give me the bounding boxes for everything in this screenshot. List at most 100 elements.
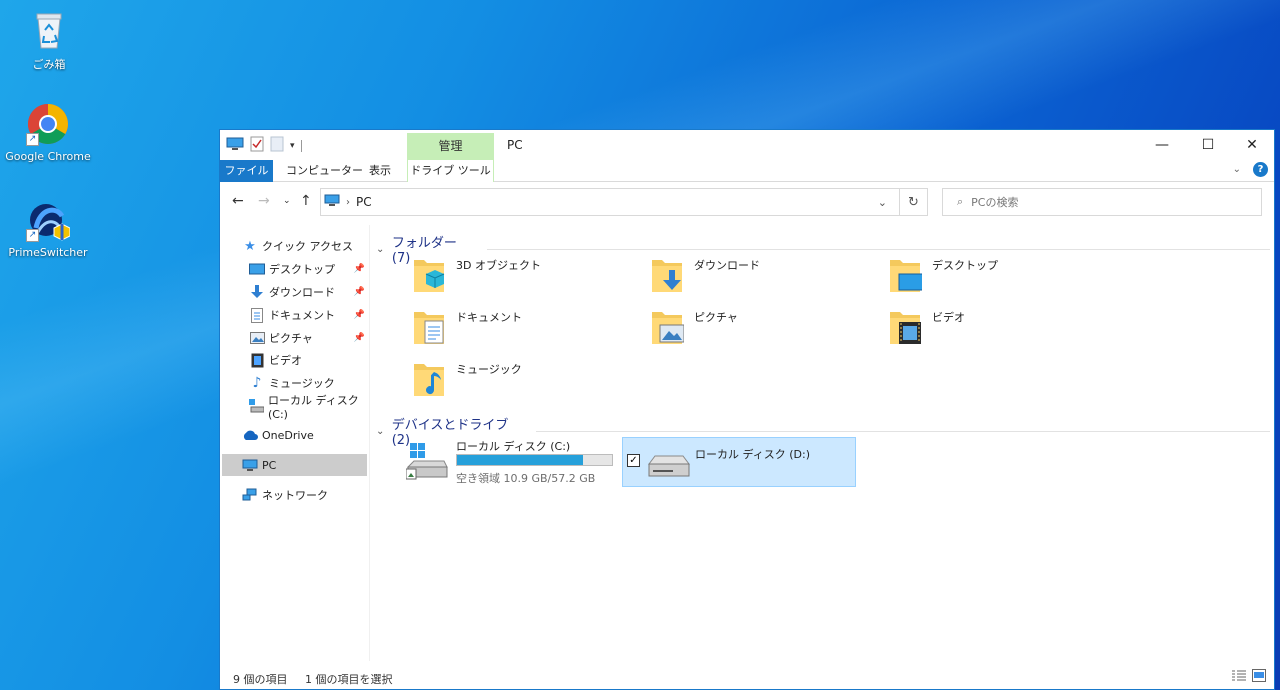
sidebar-item-pc[interactable]: PC <box>222 454 367 476</box>
folder-tile-downloads[interactable]: ダウンロード <box>608 248 838 298</box>
sidebar-item-onedrive[interactable]: OneDrive <box>242 424 367 446</box>
sidebar-item-downloads[interactable]: ダウンロード 📌 <box>249 281 367 303</box>
desktop-icon <box>249 261 265 277</box>
sidebar-item-label: OneDrive <box>262 428 314 442</box>
pin-icon[interactable]: 📌 <box>354 310 365 320</box>
tab-computer[interactable]: コンピューター <box>278 160 371 182</box>
forward-arrow-icon[interactable]: → <box>258 193 270 209</box>
video-icon <box>249 352 265 368</box>
tab-view[interactable]: 表示 <box>361 160 399 182</box>
address-dropdown-chevron-icon[interactable]: ⌄ <box>878 196 887 209</box>
maximize-icon: ☐ <box>1201 137 1215 153</box>
desktop-icon-label: ごみ箱 <box>32 58 66 71</box>
search-input[interactable]: PCの検索 <box>971 194 1018 210</box>
sidebar-item-label: デスクトップ <box>269 263 335 276</box>
recent-locations-chevron-icon[interactable]: ⌄ <box>283 196 291 206</box>
drive-label: ローカル ディスク (D:) <box>695 448 810 461</box>
sidebar-item-videos[interactable]: ビデオ <box>249 349 367 371</box>
documents-folder-icon <box>414 312 444 344</box>
selection-checkbox[interactable]: ✓ <box>627 454 640 467</box>
address-path: PC <box>356 195 372 209</box>
free-space-text: 空き領域 10.9 GB/57.2 GB <box>456 472 596 485</box>
search-box[interactable]: ⌕ PCの検索 <box>942 188 1262 216</box>
sidebar-item-pictures[interactable]: ピクチャ 📌 <box>249 327 367 349</box>
close-button[interactable]: ✕ <box>1229 130 1275 160</box>
maximize-button[interactable]: ☐ <box>1185 130 1231 160</box>
context-tab-group-manage: 管理 <box>407 133 494 160</box>
sidebar-item-label: ピクチャ <box>269 332 313 345</box>
status-bar: 9 個の項目 1 個の項目を選択 <box>220 663 1274 689</box>
desktop-icon-chrome[interactable]: ↗ Google Chrome <box>3 102 93 163</box>
pin-icon[interactable]: 📌 <box>354 287 365 297</box>
sidebar-item-desktop[interactable]: デスクトップ 📌 <box>249 258 367 280</box>
quick-access-toolbar: ▾ <box>226 136 302 155</box>
sidebar-item-label: ビデオ <box>269 354 302 367</box>
details-view-icon[interactable] <box>1232 670 1246 685</box>
pc-icon <box>324 194 340 210</box>
navigation-bar: ← → ⌄ ↑ › PC ⌄ ↻ ⌕ PCの検索 <box>220 186 1274 218</box>
drive-icon <box>249 398 264 414</box>
sidebar-item-label: ネットワーク <box>262 489 328 502</box>
music-folder-icon <box>414 364 444 396</box>
tab-drive-tools[interactable]: ドライブ ツール <box>407 160 494 182</box>
shortcut-arrow-icon: ↗ <box>26 133 39 146</box>
help-icon[interactable]: ? <box>1253 162 1268 177</box>
tab-file[interactable]: ファイル <box>220 160 273 182</box>
refresh-icon[interactable]: ↻ <box>899 189 927 215</box>
expand-ribbon-chevron-icon[interactable]: ⌄ <box>1233 164 1241 175</box>
sidebar-item-label: ドキュメント <box>269 309 335 322</box>
new-folder-icon[interactable] <box>270 136 284 155</box>
folder-tile-pictures[interactable]: ピクチャ <box>608 300 838 350</box>
selection-count: 1 個の項目を選択 <box>305 673 393 686</box>
desktop-folder-icon <box>890 260 922 292</box>
folder-tile-videos[interactable]: ビデオ <box>846 300 1076 350</box>
desktop-icon-recycle-bin[interactable]: ごみ箱 <box>4 8 94 72</box>
folder-label: ダウンロード <box>694 259 760 272</box>
ribbon-tabs: ファイル コンピューター 表示 ドライブ ツール <box>220 160 1274 182</box>
sidebar-item-network[interactable]: ネットワーク <box>242 484 367 506</box>
large-icons-view-icon[interactable] <box>1252 669 1266 685</box>
folder-label: ミュージック <box>456 363 522 376</box>
folder-label: ドキュメント <box>456 311 522 324</box>
drive-tile-c[interactable]: ローカル ディスク (C:) 空き領域 10.9 GB/57.2 GB <box>406 437 636 487</box>
sidebar-item-quick-access[interactable]: ★ クイック アクセス <box>242 235 367 257</box>
drive-label: ローカル ディスク (C:) <box>456 440 571 453</box>
sidebar-item-label: PC <box>262 458 277 472</box>
properties-icon[interactable] <box>250 136 264 155</box>
3d-objects-folder-icon <box>414 260 445 292</box>
folder-tile-documents[interactable]: ドキュメント <box>370 300 600 350</box>
customize-toolbar-chevron-icon[interactable]: ▾ <box>290 141 295 151</box>
folder-tile-3d-objects[interactable]: 3D オブジェクト <box>370 248 600 298</box>
back-arrow-icon[interactable]: ← <box>232 193 244 209</box>
minimize-button[interactable]: — <box>1139 130 1185 160</box>
chrome-icon: ↗ <box>26 102 70 146</box>
pin-icon[interactable]: 📌 <box>354 264 365 274</box>
pin-icon[interactable]: 📌 <box>354 333 365 343</box>
desktop-icon-primeswitcher[interactable]: ↗ PrimeSwitcher <box>3 198 93 259</box>
disk-usage-bar <box>456 454 613 466</box>
disk-usage-fill <box>457 455 583 465</box>
folder-label: ビデオ <box>932 311 965 324</box>
collapse-chevron-icon: ⌄ <box>376 425 385 437</box>
up-arrow-icon[interactable]: ↑ <box>300 193 312 209</box>
sidebar-item-documents[interactable]: ドキュメント 📌 <box>249 304 367 326</box>
sidebar-item-local-disk-c[interactable]: ローカル ディスク (C:) <box>249 394 367 421</box>
drive-tile-d[interactable]: ✓ ローカル ディスク (D:) <box>622 437 856 487</box>
pictures-folder-icon <box>652 312 684 344</box>
desktop-icon-label: PrimeSwitcher <box>8 246 88 259</box>
primeswitcher-icon: ↗ <box>26 198 71 242</box>
desktop-icon-label: Google Chrome <box>5 150 91 163</box>
recycle-bin-icon <box>27 8 71 52</box>
ribbon-right-controls: ⌄ ? <box>1233 162 1268 177</box>
sidebar-item-label: ローカル ディスク (C:) <box>268 393 359 421</box>
music-icon: ♪ <box>252 375 262 391</box>
downloads-folder-icon <box>652 260 682 292</box>
pc-icon[interactable] <box>226 137 244 154</box>
shortcut-arrow-icon: ↗ <box>26 229 39 242</box>
folder-tile-desktop[interactable]: デスクトップ <box>846 248 1076 298</box>
sidebar-item-label: ミュージック <box>269 377 335 390</box>
address-bar[interactable]: › PC ⌄ ↻ <box>320 188 928 216</box>
folder-tile-music[interactable]: ミュージック <box>370 352 600 402</box>
minimize-icon: — <box>1155 137 1169 153</box>
document-icon <box>249 307 265 323</box>
